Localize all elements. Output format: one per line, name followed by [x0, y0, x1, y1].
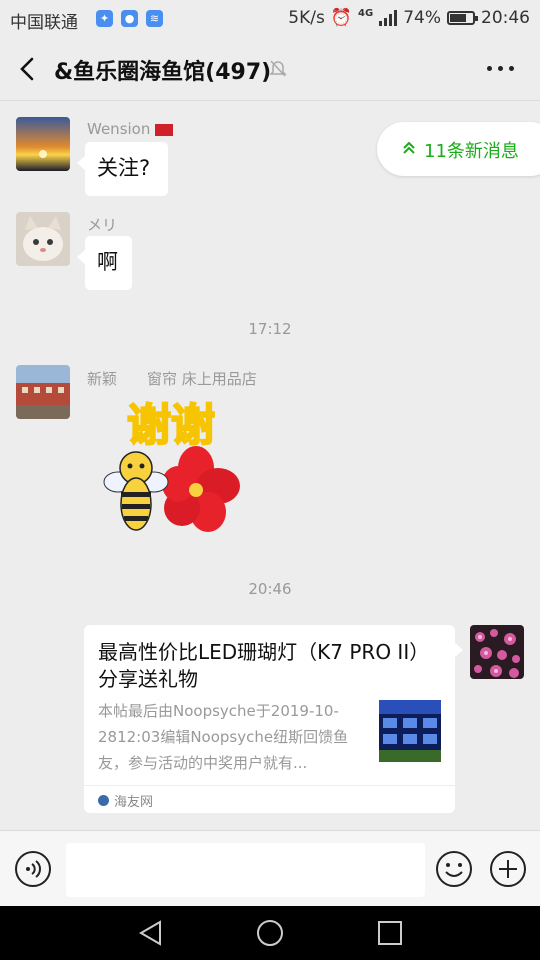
nav-home-icon[interactable] — [255, 918, 285, 952]
source-logo-icon — [98, 795, 109, 806]
input-bar — [0, 830, 540, 907]
navigation-bar — [0, 906, 540, 960]
plus-icon[interactable] — [489, 850, 527, 892]
timestamp: 17:12 — [248, 320, 292, 338]
sender-name: 新颖 窗帘 床上用品店 — [87, 370, 257, 388]
sticker-text: 谢谢 — [127, 400, 215, 451]
status-bar: 中国联通 ✦ ● ≋ 5K/s ⏰ 4G 74% 20:46 — [0, 0, 540, 38]
flag-icon — [155, 123, 174, 136]
chat-notification-icon: ● — [121, 10, 138, 27]
voice-icon[interactable] — [14, 850, 52, 892]
battery-icon — [447, 11, 478, 25]
carrier-name: 中国联通 — [10, 13, 78, 33]
timestamp: 20:46 — [248, 580, 292, 598]
card-source: 海友网 — [98, 791, 153, 810]
card-divider — [84, 785, 455, 786]
chat-title[interactable]: &鱼乐圈海鱼馆(497) — [54, 54, 271, 86]
status-right: 5K/s ⏰ 4G 74% 20:46 — [288, 8, 530, 28]
mute-icon — [268, 58, 288, 82]
double-up-arrow-icon — [403, 140, 415, 159]
new-messages-label: 11条新消息 — [424, 141, 519, 162]
chat-header: &鱼乐圈海鱼馆(497) — [0, 38, 540, 101]
alarm-icon: ⏰ — [330, 8, 353, 28]
avatar-meri[interactable] — [16, 212, 70, 266]
battery-fill — [450, 14, 467, 22]
sender-name: Wension — [87, 120, 174, 138]
network-speed: 5K/s — [288, 8, 325, 28]
message-bubble[interactable]: 啊 — [77, 236, 132, 290]
back-icon[interactable] — [14, 52, 44, 86]
message-input[interactable] — [66, 843, 425, 897]
wifi-notification-icon: ≋ — [146, 10, 163, 27]
network-type: 4G — [358, 8, 374, 19]
battery-percent: 74% — [403, 8, 441, 28]
source-name: 海友网 — [114, 795, 154, 810]
clock: 20:46 — [481, 8, 530, 28]
card-title: 最高性价比LED珊瑚灯（K7 PRO II）分享送礼物 — [98, 640, 430, 691]
nav-back-icon[interactable] — [136, 918, 166, 952]
avatar-wension[interactable] — [16, 117, 70, 171]
avatar-xinying[interactable] — [16, 365, 70, 419]
new-messages-button[interactable]: 11条新消息 — [377, 122, 540, 176]
notification-icons: ✦ ● ≋ — [96, 10, 163, 27]
signal-icon — [379, 10, 398, 26]
emoji-icon[interactable] — [435, 850, 473, 892]
card-thumbnail — [379, 700, 441, 762]
shared-link-card[interactable]: 最高性价比LED珊瑚灯（K7 PRO II）分享送礼物 本帖最后由Noopsyc… — [84, 625, 463, 813]
sender-name: メリ — [87, 216, 118, 234]
my-avatar[interactable] — [470, 625, 524, 679]
more-icon[interactable] — [487, 66, 514, 71]
nav-recent-icon[interactable] — [375, 918, 405, 952]
app-notification-icon: ✦ — [96, 10, 113, 27]
message-bubble[interactable]: 关注? — [77, 142, 168, 196]
thank-you-sticker[interactable]: 谢谢 — [96, 395, 246, 545]
card-description: 本帖最后由Noopsyche于2019-10-2812:03编辑Noopsych… — [98, 702, 349, 772]
